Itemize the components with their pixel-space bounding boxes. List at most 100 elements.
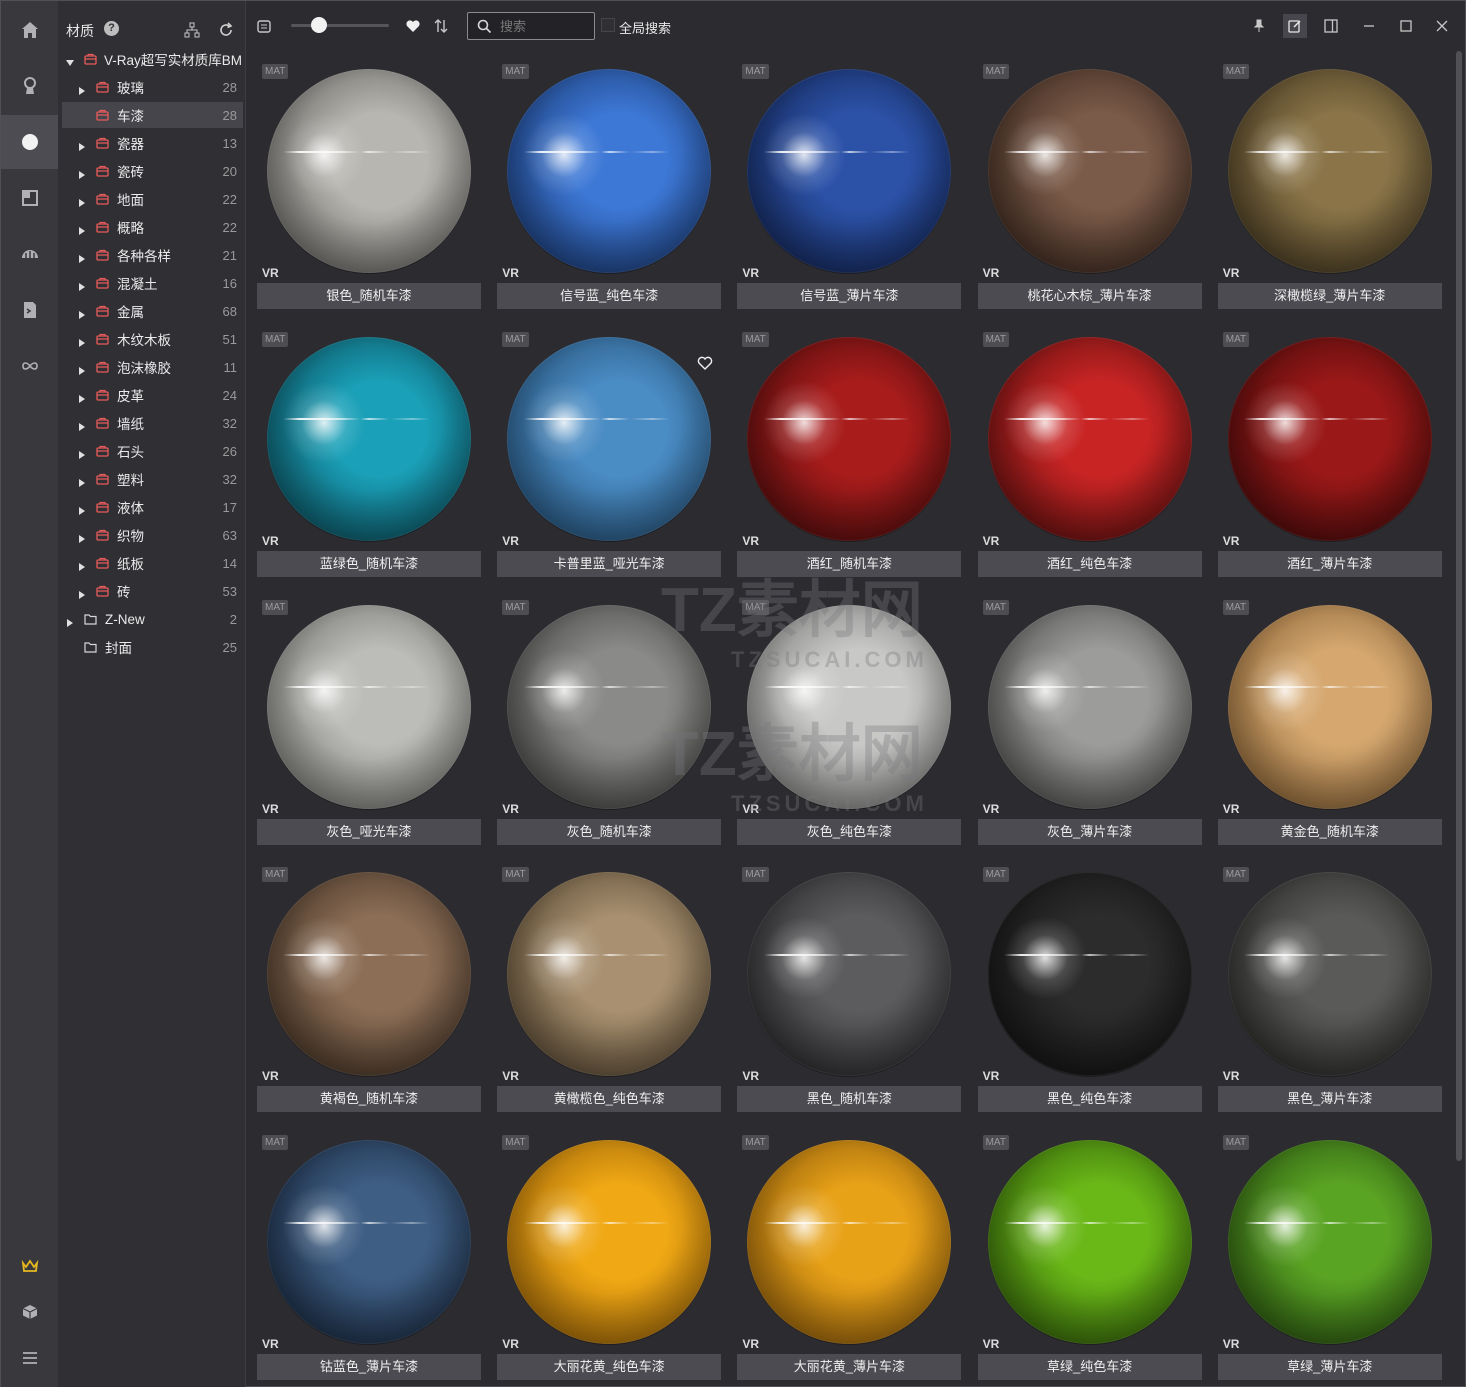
material-card[interactable]: MAT VR 酒红_随机车漆 [737,319,962,577]
material-name[interactable]: 深橄榄绿_薄片车漆 [1217,283,1442,309]
material-name[interactable]: 信号蓝_纯色车漆 [497,283,722,309]
tree-item-category[interactable]: 木纹木板 51 [62,326,243,352]
material-card[interactable]: MAT VR 银色_随机车漆 [257,51,481,309]
tree-item-folder[interactable]: 封面 25 [62,634,243,660]
material-card[interactable]: MAT VR 黄橄榄色_纯色车漆 [497,854,722,1113]
material-card[interactable]: MAT VR 大丽花黄_薄片车漆 [737,1122,962,1381]
material-preview-sphere[interactable] [267,604,471,809]
tree-item-category[interactable]: 液体 17 [62,494,243,520]
tree-item-category[interactable]: 玻璃 28 [62,74,243,100]
material-name[interactable]: 酒红_纯色车漆 [977,550,1202,577]
material-name[interactable]: 黑色_纯色车漆 [977,1086,1202,1113]
material-card[interactable]: MAT VR 草绿_纯色车漆 [977,1122,1202,1381]
material-card[interactable]: MAT VR 灰色_随机车漆 [497,587,722,845]
close-icon[interactable] [1430,14,1454,38]
material-preview-sphere[interactable] [987,1140,1192,1345]
tree-item-category[interactable]: 泡沫橡胶 11 [62,354,243,380]
material-preview-sphere[interactable] [1227,872,1432,1077]
tree-item-category[interactable]: 瓷砖 20 [62,158,243,184]
maximize-icon[interactable] [1394,14,1418,38]
material-preview-sphere[interactable] [1227,1140,1432,1345]
material-card[interactable]: MAT VR 黑色_纯色车漆 [977,854,1202,1113]
material-preview-sphere[interactable] [267,872,471,1077]
material-preview-sphere[interactable] [267,69,471,273]
tree-item-folder[interactable]: Z-New 2 [62,606,243,632]
chevron-right-icon[interactable] [78,335,86,347]
material-card[interactable]: MAT VR 灰色_哑光车漆 [257,587,481,845]
material-preview-sphere[interactable] [507,336,712,541]
material-card[interactable]: MAT VR 大丽花黄_纯色车漆 [497,1122,722,1381]
material-name[interactable]: 大丽花黄_薄片车漆 [737,1354,962,1381]
chevron-right-icon[interactable] [78,279,86,291]
material-preview-sphere[interactable] [507,604,712,809]
scrollbar-thumb[interactable] [1456,51,1462,1161]
tree-item-category[interactable]: 石头 26 [62,438,243,464]
material-preview-sphere[interactable] [747,604,952,809]
material-card[interactable]: MAT VR 黑色_薄片车漆 [1217,854,1442,1113]
chevron-right-icon[interactable] [78,531,86,543]
material-name[interactable]: 酒红_随机车漆 [737,550,962,577]
material-preview-sphere[interactable] [747,69,952,273]
material-sphere-icon[interactable] [1,115,58,169]
sort-icon[interactable] [430,15,452,37]
tree-item-category[interactable]: 瓷器 13 [62,130,243,156]
chevron-right-icon[interactable] [78,363,86,375]
material-card[interactable]: MAT VR 信号蓝_纯色车漆 [497,51,722,309]
material-preview-sphere[interactable] [507,1140,712,1345]
material-name[interactable]: 桃花心木棕_薄片车漆 [977,283,1202,309]
chevron-right-icon[interactable] [78,419,86,431]
thumbnail-size-slider[interactable] [291,24,389,27]
grid-scrollbar[interactable] [1455,51,1463,1387]
pin-icon[interactable] [1247,14,1271,38]
material-preview-sphere[interactable] [987,69,1192,273]
material-name[interactable]: 灰色_薄片车漆 [977,818,1202,845]
material-preview-sphere[interactable] [747,336,952,541]
material-name[interactable]: 钴蓝色_薄片车漆 [257,1354,481,1381]
menu-icon[interactable] [1,1331,58,1385]
material-preview-sphere[interactable] [1227,69,1432,273]
material-preview-sphere[interactable] [747,1140,952,1345]
material-card[interactable]: MAT VR 酒红_纯色车漆 [977,319,1202,577]
material-card[interactable]: MAT VR 黑色_随机车漆 [737,854,962,1113]
material-card[interactable]: MAT VR 卡普里蓝_哑光车漆 [497,319,722,577]
chevron-right-icon[interactable] [78,251,86,263]
tree-structure-icon[interactable] [181,19,203,41]
material-preview-sphere[interactable] [267,336,471,541]
material-preview-sphere[interactable] [987,872,1192,1077]
material-preview-sphere[interactable] [747,872,952,1077]
global-search-checkbox[interactable] [601,18,615,32]
material-name[interactable]: 草绿_薄片车漆 [1217,1354,1442,1381]
material-preview-sphere[interactable] [507,69,712,273]
search-box[interactable] [467,12,595,40]
material-preview-sphere[interactable] [1227,604,1432,809]
material-card[interactable]: MAT VR 黄褐色_随机车漆 [257,854,481,1113]
material-name[interactable]: 卡普里蓝_哑光车漆 [497,550,722,577]
infinity-icon[interactable] [1,339,58,393]
material-name[interactable]: 草绿_纯色车漆 [977,1354,1202,1381]
material-name[interactable]: 银色_随机车漆 [257,283,481,309]
chevron-right-icon[interactable] [78,83,86,95]
tree-item-category[interactable]: 织物 63 [62,522,243,548]
material-card[interactable]: MAT VR 黄金色_随机车漆 [1217,587,1442,845]
search-input[interactable] [500,17,588,35]
tree-item-category[interactable]: 金属 68 [62,298,243,324]
tree-item-category[interactable]: 车漆 28 [62,102,243,128]
material-preview-sphere[interactable] [987,604,1192,809]
panel-layout-icon[interactable] [1319,14,1343,38]
home-icon[interactable] [1,3,58,57]
material-card[interactable]: MAT VR 草绿_薄片车漆 [1217,1122,1442,1381]
calendar-icon[interactable] [253,15,275,37]
chevron-right-icon[interactable] [78,475,86,487]
material-name[interactable]: 蓝绿色_随机车漆 [257,550,481,577]
tree-item-category[interactable]: 纸板 14 [62,550,243,576]
hdri-icon[interactable] [1,227,58,281]
material-name[interactable]: 灰色_随机车漆 [497,818,722,845]
favorite-heart-icon[interactable] [697,355,713,371]
tree-item-category[interactable]: 混凝土 16 [62,270,243,296]
chevron-right-icon[interactable] [78,447,86,459]
chevron-right-icon[interactable] [78,559,86,571]
material-preview-sphere[interactable] [987,336,1192,541]
tree-item-category[interactable]: 各种各样 21 [62,242,243,268]
model-icon[interactable] [1,59,58,113]
texture-icon[interactable] [1,171,58,225]
